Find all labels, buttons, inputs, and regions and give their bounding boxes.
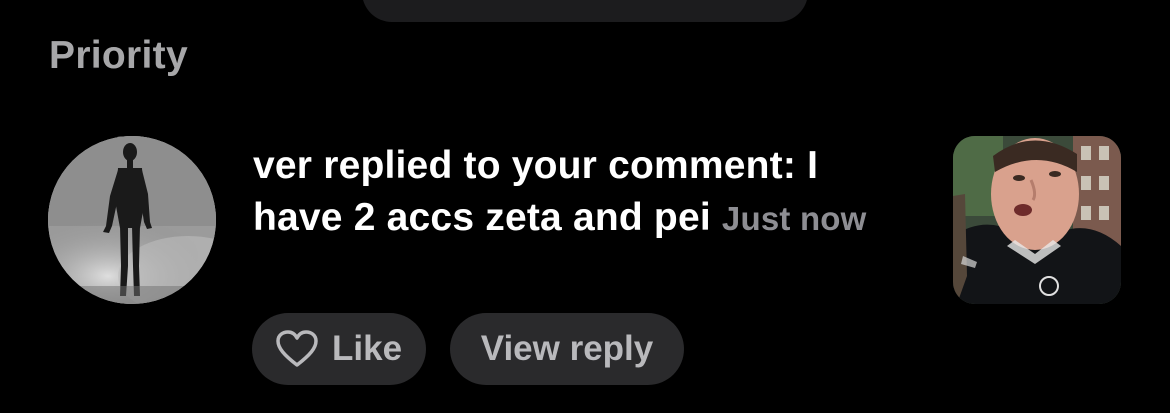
avatar-image (48, 136, 216, 304)
thumbnail-image (953, 136, 1121, 304)
section-title: Priority (49, 34, 188, 77)
avatar[interactable] (48, 136, 216, 304)
notification-text[interactable]: ver replied to your comment: I have 2 ac… (253, 140, 913, 245)
like-label: Like (332, 329, 403, 368)
view-reply-button[interactable]: View reply (450, 313, 684, 385)
heart-outline-icon (276, 330, 318, 367)
like-button[interactable]: Like (252, 313, 426, 385)
notification-timestamp: Just now (721, 200, 867, 237)
video-thumbnail[interactable] (953, 136, 1121, 304)
top-pill-handle (362, 0, 808, 22)
view-reply-label: View reply (480, 329, 654, 368)
